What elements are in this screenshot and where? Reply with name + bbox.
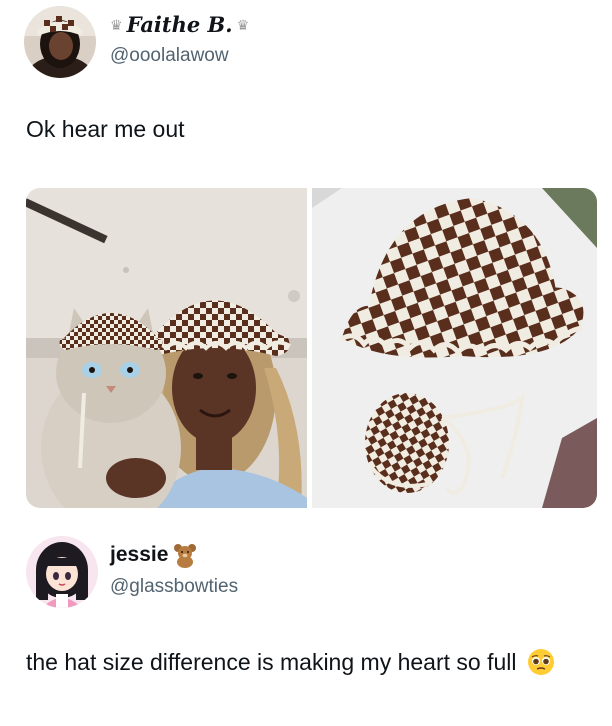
user-handle[interactable]: @glassbowties	[110, 576, 238, 598]
tweet-text-content: the hat size difference is making my hea…	[26, 649, 517, 675]
profile-photo	[24, 6, 96, 78]
tweet-image[interactable]	[312, 188, 597, 508]
author-name-row[interactable]: jessie	[110, 542, 198, 568]
tweet-text: the hat size difference is making my hea…	[26, 645, 586, 679]
pleading-face-emoji-icon	[527, 649, 554, 675]
tweet-text: Ok hear me out	[26, 116, 185, 142]
anime-girl-avatar	[26, 536, 98, 608]
crown-icon: ♛	[236, 16, 250, 33]
user-handle[interactable]: @ooolalawow	[110, 45, 229, 67]
tweet-image[interactable]	[26, 188, 307, 508]
two-crochet-hats-photo	[312, 188, 597, 508]
author-name-row[interactable]: ♛ Faithe B. ♛	[110, 12, 249, 37]
crown-icon: ♛	[110, 16, 123, 33]
avatar[interactable]	[24, 6, 96, 78]
teddy-bear-icon	[174, 544, 197, 568]
display-name[interactable]: Faithe B.	[127, 12, 233, 37]
avatar[interactable]	[26, 536, 98, 608]
woman-and-cat-in-checkered-hats-photo	[26, 188, 307, 508]
display-name[interactable]: jessie	[110, 543, 168, 567]
